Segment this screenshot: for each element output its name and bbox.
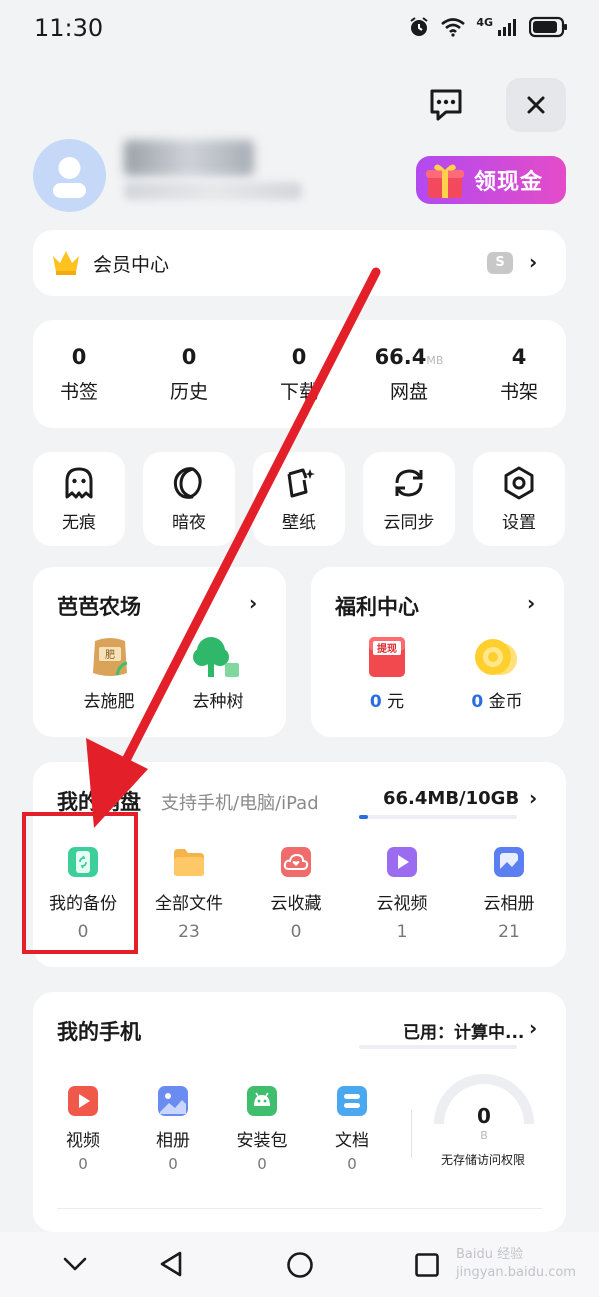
phone-item-packages[interactable]: 安装包 0 [227, 1084, 297, 1173]
phone-usage-bar [359, 1045, 517, 1049]
phone-item-albums[interactable]: 相册 0 [138, 1084, 208, 1173]
home-icon[interactable] [286, 1251, 314, 1279]
phone-item-label: 安装包 [236, 1131, 288, 1151]
document-icon [337, 1086, 367, 1116]
album-icon [158, 1086, 188, 1116]
phone-storage-used[interactable]: 已用：计算中... [403, 1018, 524, 1043]
phone-item-count: 0 [168, 1155, 178, 1173]
watermark: Baidu 经验 jingyan.baidu.com [456, 1247, 576, 1280]
gauge-value: 0 [477, 1104, 491, 1128]
phone-item-videos[interactable]: 视频 0 [48, 1084, 118, 1173]
phone-item-documents[interactable]: 文档 0 [317, 1084, 387, 1173]
chevron-down-icon[interactable] [62, 1254, 88, 1274]
chevron-right-icon[interactable]: › [529, 1016, 537, 1040]
phone-item-count: 0 [347, 1155, 357, 1173]
phone-item-count: 0 [257, 1155, 267, 1173]
divider [411, 1110, 412, 1158]
recents-icon[interactable] [414, 1252, 440, 1278]
my-phone-title[interactable]: 我的手机 [57, 1016, 141, 1046]
phone-item-label: 视频 [66, 1131, 100, 1151]
phone-item-count: 0 [78, 1155, 88, 1173]
divider [57, 1208, 542, 1209]
phone-item-label: 相册 [156, 1131, 190, 1151]
phone-item-label: 文档 [335, 1131, 369, 1151]
back-icon[interactable] [158, 1250, 184, 1278]
gauge-unit: B [480, 1129, 488, 1142]
video-icon [68, 1086, 98, 1116]
system-nav-bar: Baidu 经验 jingyan.baidu.com [0, 1232, 599, 1297]
android-icon [247, 1086, 277, 1116]
no-storage-access[interactable]: 无存储访问权限 [441, 1152, 541, 1168]
